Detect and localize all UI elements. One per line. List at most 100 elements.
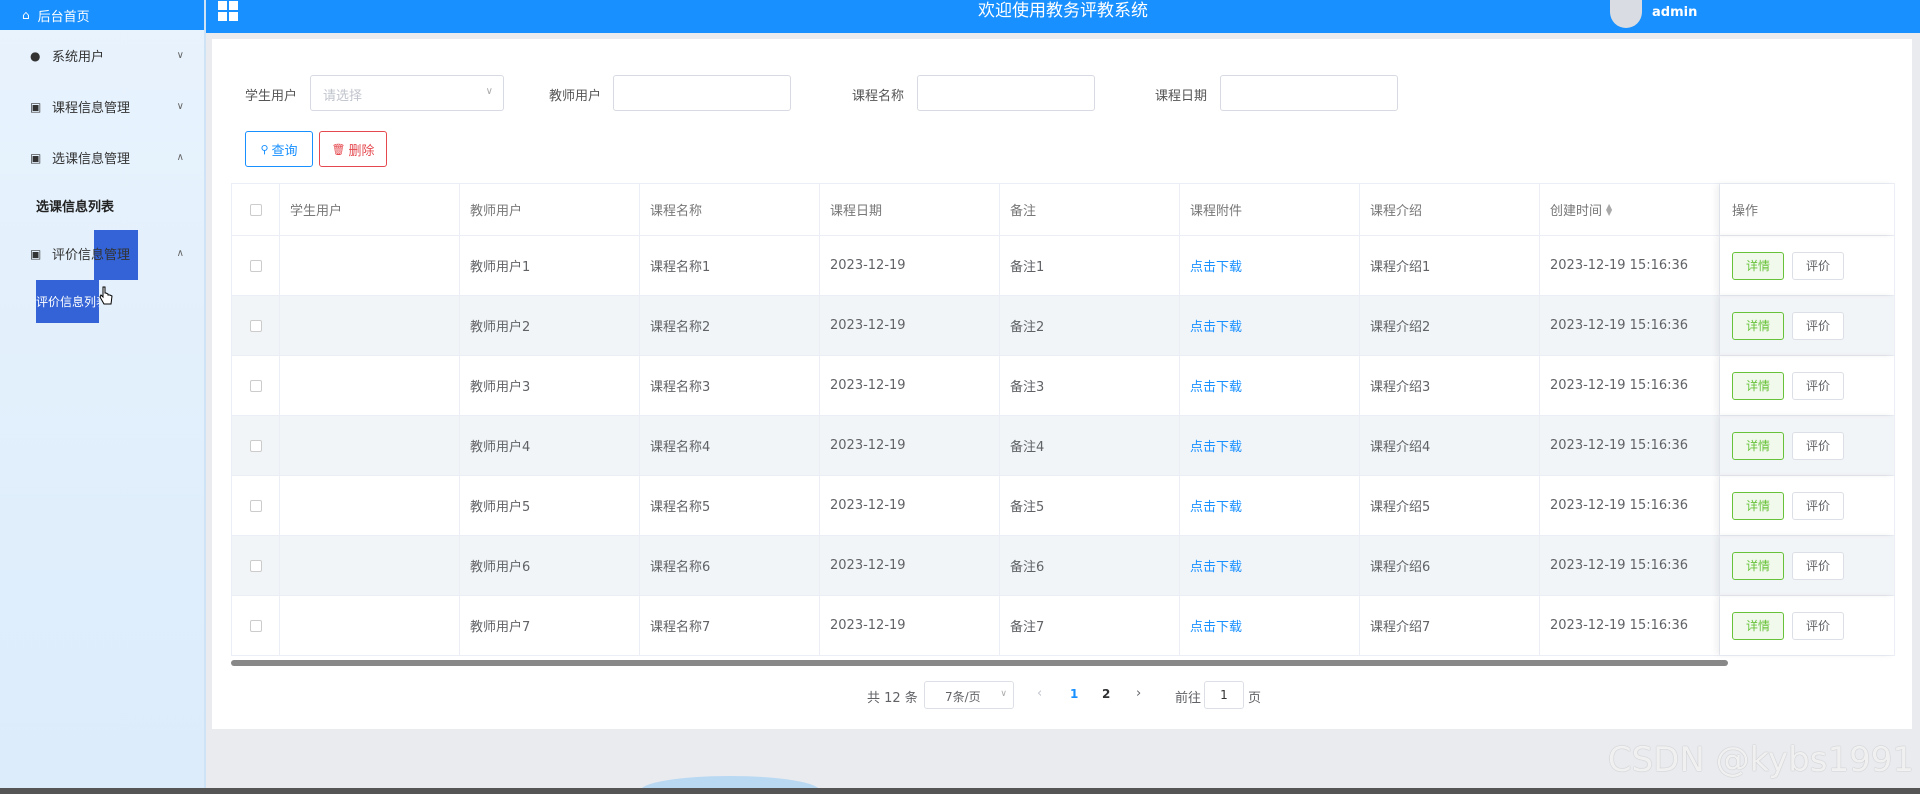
- download-link[interactable]: 点击下载: [1190, 496, 1242, 515]
- row-select-cell: [231, 356, 280, 415]
- row-checkbox[interactable]: [249, 559, 262, 572]
- horizontal-scrollbar[interactable]: [231, 660, 1728, 666]
- avatar[interactable]: [1610, 0, 1642, 28]
- sort-icon[interactable]: ▲ ▼: [1606, 202, 1612, 216]
- created-time-cell: 2023-12-19 15:16:36: [1540, 296, 1720, 355]
- row-checkbox[interactable]: [249, 259, 262, 272]
- rate-button[interactable]: 评价: [1792, 371, 1844, 400]
- detail-button[interactable]: 详情: [1732, 431, 1784, 460]
- course-date-cell: 2023-12-19: [820, 416, 1000, 475]
- delete-button[interactable]: 🗑 删除: [319, 131, 387, 167]
- username[interactable]: admin: [1652, 5, 1697, 20]
- sidebar-item-system-users[interactable]: ● 系统用户 ∨: [0, 30, 204, 81]
- sidebar-item-label: 系统用户: [52, 50, 105, 65]
- trash-icon: 🗑: [331, 142, 346, 156]
- intro-cell: 课程介绍3: [1360, 356, 1540, 415]
- intro-cell: 课程介绍7: [1360, 596, 1540, 655]
- rate-button[interactable]: 评价: [1792, 311, 1844, 340]
- detail-button[interactable]: 详情: [1732, 551, 1784, 580]
- page-number[interactable]: 1: [1070, 687, 1078, 701]
- student-filter-label: 学生用户: [245, 89, 298, 104]
- row-select-cell: [231, 416, 280, 475]
- rate-button[interactable]: 评价: [1792, 551, 1844, 580]
- home-icon: ⌂: [22, 8, 30, 22]
- note-cell: 备注6: [1000, 536, 1180, 595]
- row-checkbox[interactable]: [249, 319, 262, 332]
- rate-button[interactable]: 评价: [1792, 431, 1844, 460]
- note-cell: 备注4: [1000, 416, 1180, 475]
- detail-button[interactable]: 详情: [1732, 371, 1784, 400]
- row-checkbox[interactable]: [249, 499, 262, 512]
- note-cell: 备注7: [1000, 596, 1180, 655]
- chevron-up-icon: ∧: [176, 152, 184, 163]
- download-link[interactable]: 点击下载: [1190, 256, 1242, 275]
- search-icon: ⚲: [260, 142, 269, 156]
- sidebar-subitem-label: 选课信息列表: [36, 200, 115, 215]
- course-date-cell: 2023-12-19: [820, 536, 1000, 595]
- pagination: 共 12 条 7条/页 ∨ ‹ 1 2 › 前往 1 页: [212, 681, 1912, 709]
- course-date-cell: 2023-12-19: [820, 596, 1000, 655]
- goto-page-input[interactable]: 1: [1204, 681, 1244, 709]
- detail-button[interactable]: 详情: [1732, 311, 1784, 340]
- download-link[interactable]: 点击下载: [1190, 556, 1242, 575]
- rate-button[interactable]: 评价: [1792, 491, 1844, 520]
- course-date-input[interactable]: [1220, 75, 1398, 111]
- column-header: 课程介绍: [1360, 184, 1540, 235]
- clipboard-icon: ▣: [30, 150, 42, 165]
- student-select[interactable]: 请选择 ∨: [310, 75, 504, 111]
- select-all-checkbox[interactable]: [249, 203, 262, 216]
- detail-button[interactable]: 详情: [1732, 491, 1784, 520]
- course-date-cell: 2023-12-19: [820, 356, 1000, 415]
- rate-button[interactable]: 评价: [1792, 611, 1844, 640]
- detail-button[interactable]: 详情: [1732, 611, 1784, 640]
- query-button[interactable]: ⚲ 查询: [245, 131, 313, 167]
- course-name-cell: 课程名称1: [640, 236, 820, 295]
- created-time-cell: 2023-12-19 15:16:36: [1540, 536, 1720, 595]
- next-page-icon[interactable]: ›: [1136, 686, 1141, 701]
- table-header-row: 学生用户 教师用户 课程名称 课程日期 备注 课程附件 课程介绍 创建时间 ▲ ▼…: [231, 184, 1895, 236]
- student-cell: [280, 416, 460, 475]
- column-header: 课程附件: [1180, 184, 1360, 235]
- teacher-input[interactable]: [613, 75, 791, 111]
- sidebar-item-course-select[interactable]: ▣ 选课信息管理 ∧: [0, 132, 204, 183]
- prev-page-icon[interactable]: ‹: [1037, 686, 1042, 701]
- course-name-input[interactable]: [917, 75, 1095, 111]
- chevron-down-icon: ∨: [485, 86, 493, 97]
- sidebar-subitem-course-select-list[interactable]: 选课信息列表: [0, 183, 204, 228]
- chevron-down-icon: ∨: [176, 101, 184, 112]
- detail-button[interactable]: 详情: [1732, 251, 1784, 280]
- download-link[interactable]: 点击下载: [1190, 316, 1242, 335]
- column-header: 操作: [1720, 184, 1895, 235]
- main-panel: 学生用户 请选择 ∨ 教师用户 课程名称 课程日期 ⚲ 查询 🗑 删除 学生用户…: [212, 39, 1912, 729]
- note-cell: 备注5: [1000, 476, 1180, 535]
- page-size-select[interactable]: 7条/页 ∨: [924, 681, 1014, 709]
- row-checkbox[interactable]: [249, 379, 262, 392]
- sidebar-item-home[interactable]: ⌂ 后台首页: [0, 0, 204, 30]
- row-checkbox[interactable]: [249, 619, 262, 632]
- download-link[interactable]: 点击下载: [1190, 376, 1242, 395]
- course-name-cell: 课程名称4: [640, 416, 820, 475]
- sidebar-item-label: 选课信息管理: [52, 152, 131, 167]
- sidebar-item-course-info[interactable]: ▣ 课程信息管理 ∨: [0, 81, 204, 132]
- note-cell: 备注3: [1000, 356, 1180, 415]
- created-time-cell: 2023-12-19 15:16:36: [1540, 416, 1720, 475]
- download-link[interactable]: 点击下载: [1190, 436, 1242, 455]
- student-cell: [280, 596, 460, 655]
- clipboard-icon: ▣: [30, 246, 42, 261]
- intro-cell: 课程介绍1: [1360, 236, 1540, 295]
- rate-button[interactable]: 评价: [1792, 251, 1844, 280]
- teacher-cell: 教师用户3: [460, 356, 640, 415]
- column-header: 学生用户: [280, 184, 460, 235]
- created-time-header[interactable]: 创建时间 ▲ ▼: [1540, 184, 1720, 235]
- row-select-cell: [231, 596, 280, 655]
- sidebar-subitem-label: 评价信息列表: [36, 280, 99, 323]
- actions-cell: 详情 评价: [1720, 296, 1895, 355]
- page-number[interactable]: 2: [1102, 687, 1110, 701]
- row-checkbox[interactable]: [249, 439, 262, 452]
- created-time-cell: 2023-12-19 15:16:36: [1540, 476, 1720, 535]
- goto-label: 前往: [1175, 691, 1202, 706]
- bottom-bar: [0, 788, 1920, 794]
- attachment-cell: 点击下载: [1180, 296, 1360, 355]
- download-link[interactable]: 点击下载: [1190, 616, 1242, 635]
- course-date-cell: 2023-12-19: [820, 476, 1000, 535]
